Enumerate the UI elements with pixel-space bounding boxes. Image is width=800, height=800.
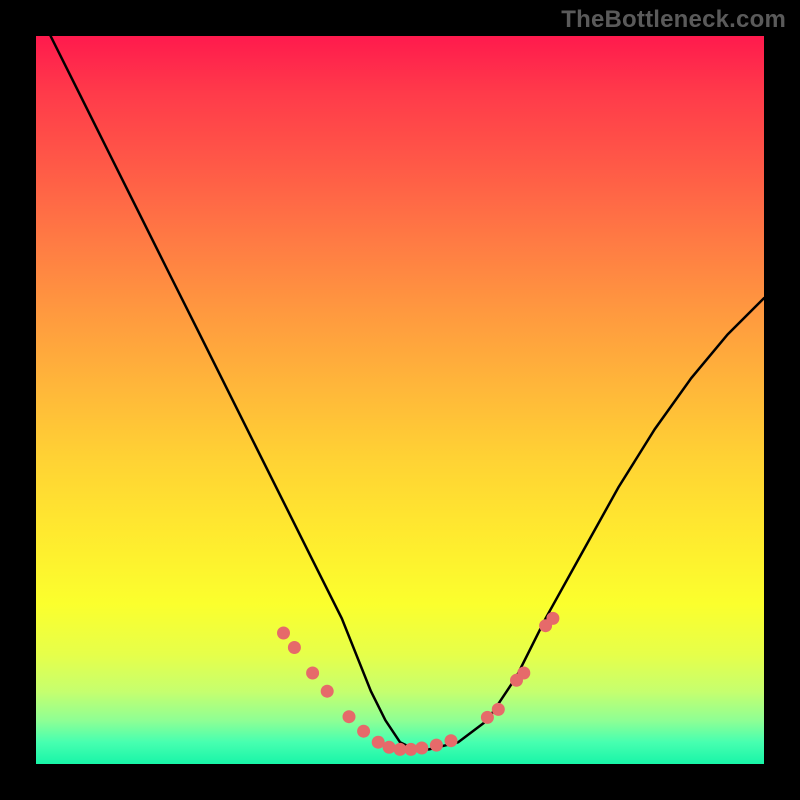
curve-marker-dot (383, 741, 396, 754)
curve-marker-dot (430, 739, 443, 752)
curve-marker-dot (306, 667, 319, 680)
curve-marker-dot (517, 667, 530, 680)
curve-marker-dot (546, 612, 559, 625)
curve-marker-dot (481, 711, 494, 724)
curve-markers (277, 612, 559, 756)
watermark-text: TheBottleneck.com (561, 6, 786, 34)
curve-marker-dot (277, 627, 290, 640)
curve-marker-dot (321, 685, 334, 698)
curve-marker-dot (288, 641, 301, 654)
curve-marker-dot (357, 725, 370, 738)
curve-marker-dot (445, 734, 458, 747)
chart-plot-area (36, 36, 764, 764)
curve-marker-dot (492, 703, 505, 716)
curve-marker-dot (415, 742, 428, 755)
curve-marker-dot (404, 743, 417, 756)
curve-marker-dot (343, 710, 356, 723)
chart-svg (36, 36, 764, 764)
chart-frame: TheBottleneck.com (0, 0, 800, 800)
bottleneck-curve (51, 36, 764, 749)
